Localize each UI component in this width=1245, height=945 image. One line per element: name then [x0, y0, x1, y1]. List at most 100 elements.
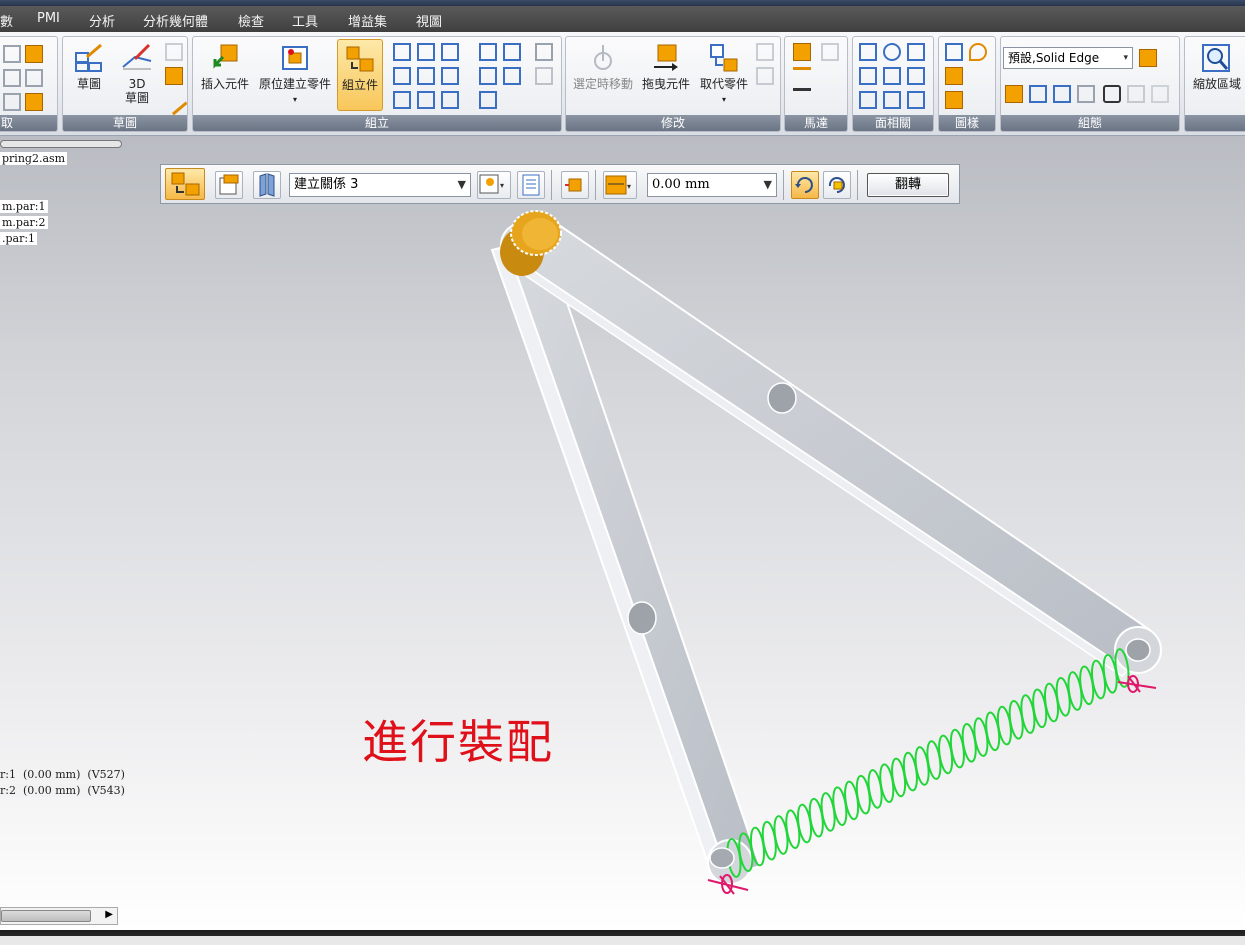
save-config-icon[interactable]: [1139, 49, 1157, 67]
flip-button[interactable]: 翻轉: [867, 173, 949, 197]
pathfinder-horizontal-scrollbar[interactable]: ▶: [0, 907, 118, 925]
menu-item-view[interactable]: 視圖: [416, 11, 442, 30]
display-config-icon[interactable]: [1005, 85, 1023, 103]
insert-relation-icon[interactable]: [393, 67, 411, 85]
zone-icon[interactable]: [1053, 85, 1071, 103]
pathfinder-scrollbar[interactable]: [0, 140, 122, 148]
parallel-icon[interactable]: [441, 91, 459, 109]
sketch-edit-icon[interactable]: [160, 87, 187, 116]
select-options-icon[interactable]: [25, 69, 43, 87]
move-selected-button[interactable]: 選定時移動: [570, 39, 636, 111]
menu-item-tools[interactable]: 工具: [292, 11, 318, 30]
style-combo[interactable]: 預設,Solid Edge ▾: [1003, 47, 1133, 69]
select-box-icon[interactable]: [3, 93, 21, 111]
mate-icon[interactable]: [393, 43, 411, 61]
clear-config-icon[interactable]: [1151, 85, 1169, 103]
select-part-icon[interactable]: [25, 45, 43, 63]
camera-icon[interactable]: [1103, 85, 1121, 103]
sketch-3d-button[interactable]: 3D 草圖: [115, 39, 159, 111]
drag-component-button[interactable]: 拖曳元件: [638, 39, 694, 111]
simulate-motor-icon[interactable]: [821, 43, 839, 61]
tree-item-assembly[interactable]: pring2.asm: [0, 152, 68, 165]
tree-item-part-3[interactable]: .par:1: [0, 232, 38, 245]
part-select-button[interactable]: [561, 171, 589, 199]
menu-item-analyze-geometry[interactable]: 分析幾何體: [143, 11, 208, 30]
axial-align-icon[interactable]: [441, 43, 459, 61]
spring-end-marker-top[interactable]: [1117, 675, 1157, 693]
tree-item-part-1[interactable]: m.par:1: [0, 200, 48, 213]
style-combo-chevron-down-icon[interactable]: ▾: [1123, 48, 1128, 68]
separator: [551, 170, 552, 200]
replace-part-dropdown-icon[interactable]: ▾: [722, 95, 726, 104]
face-perpendicular-icon[interactable]: [859, 91, 877, 109]
scroll-right-icon[interactable]: ▶: [105, 909, 113, 920]
create-inplace-dropdown-icon[interactable]: ▾: [293, 95, 297, 104]
mirror-component-icon[interactable]: [945, 67, 963, 85]
connect-icon[interactable]: [417, 67, 435, 85]
alternate-assembly-icon[interactable]: [1077, 85, 1095, 103]
pattern-along-curve-icon[interactable]: [969, 43, 987, 61]
motor-icon[interactable]: [793, 43, 811, 61]
offset-type-button[interactable]: ▾: [603, 171, 637, 199]
offset-combo-chevron-down-icon[interactable]: ▼: [764, 174, 772, 196]
scrollbar-thumb[interactable]: [1, 910, 91, 922]
assemble-button[interactable]: 組立件: [337, 39, 383, 111]
select-filter-icon[interactable]: [3, 69, 21, 87]
menu-item-analyze[interactable]: 分析: [89, 11, 115, 30]
face-coplanar-icon[interactable]: [859, 43, 877, 61]
face-offset-icon[interactable]: [907, 91, 925, 109]
face-parallel-icon[interactable]: [859, 67, 877, 85]
relation-combo-chevron-down-icon[interactable]: ▼: [458, 174, 466, 196]
match-coordinate-icon[interactable]: [503, 43, 521, 61]
explode-config-icon[interactable]: [1029, 85, 1047, 103]
relation-types-button[interactable]: [215, 171, 243, 199]
create-inplace-button[interactable]: 原位建立零件 ▾: [255, 39, 335, 111]
offset-combo[interactable]: 0.00 mm ▼: [647, 173, 777, 197]
relation-row-2[interactable]: r:2 (0.00 mm) (V543): [0, 784, 125, 797]
center-plane-icon[interactable]: [479, 67, 497, 85]
ground-icon[interactable]: [503, 67, 521, 85]
options-list-button[interactable]: [517, 171, 545, 199]
relation-assistant-icon[interactable]: [535, 67, 553, 85]
graphics-viewport[interactable]: 進行裝配: [0, 136, 1245, 930]
assemble-step-button[interactable]: [165, 168, 205, 200]
menu-item-inspect[interactable]: 檢查: [238, 11, 264, 30]
select-tool-icon[interactable]: [3, 45, 21, 63]
lock-rotation-button[interactable]: [823, 171, 851, 199]
tangent-icon[interactable]: [393, 91, 411, 109]
face-rigid-icon[interactable]: [907, 67, 925, 85]
sketch-button[interactable]: 草圖: [67, 39, 111, 111]
planar-align-icon[interactable]: [417, 43, 435, 61]
sketch-copy-icon[interactable]: [165, 43, 183, 61]
menu-item-addins[interactable]: 增益集: [348, 11, 387, 30]
cam-icon[interactable]: [417, 91, 435, 109]
relation-combo[interactable]: 建立關係 3 ▼: [289, 173, 471, 197]
search-part-icon[interactable]: [1127, 85, 1145, 103]
disperse-icon[interactable]: [756, 67, 774, 85]
relation-row-1[interactable]: r:1 (0.00 mm) (V527): [0, 768, 125, 781]
duplicate-component-icon[interactable]: [945, 91, 963, 109]
face-tangent-icon[interactable]: [883, 91, 901, 109]
linear-motor-icon[interactable]: [793, 67, 811, 91]
transfer-icon[interactable]: [756, 43, 774, 61]
angle-icon[interactable]: [441, 67, 459, 85]
zoom-area-button[interactable]: 縮放區域: [1187, 39, 1245, 111]
sketch-project-icon[interactable]: [165, 67, 183, 85]
face-horizontal-icon[interactable]: [883, 67, 901, 85]
float-offset-button[interactable]: [791, 171, 819, 199]
face-symmetric-icon[interactable]: [907, 43, 925, 61]
spring[interactable]: [725, 648, 1130, 878]
replace-part-button[interactable]: 取代零件 ▾: [696, 39, 752, 111]
relation-type-select-button[interactable]: ▾: [477, 171, 511, 199]
rigid-set-icon[interactable]: [479, 91, 497, 109]
select-component-icon[interactable]: [25, 93, 43, 111]
insert-component-button[interactable]: 插入元件: [197, 39, 253, 111]
pattern-icon[interactable]: [945, 43, 963, 61]
construction-display-button[interactable]: [253, 171, 281, 199]
tree-item-part-2[interactable]: m.par:2: [0, 216, 48, 229]
face-concentric-icon[interactable]: [883, 43, 901, 61]
gear-icon[interactable]: [479, 43, 497, 61]
menu-item-pmi[interactable]: PMI: [37, 11, 60, 26]
relation-options-icon[interactable]: [535, 43, 553, 61]
menu-item-parameters[interactable]: 數: [0, 11, 13, 30]
